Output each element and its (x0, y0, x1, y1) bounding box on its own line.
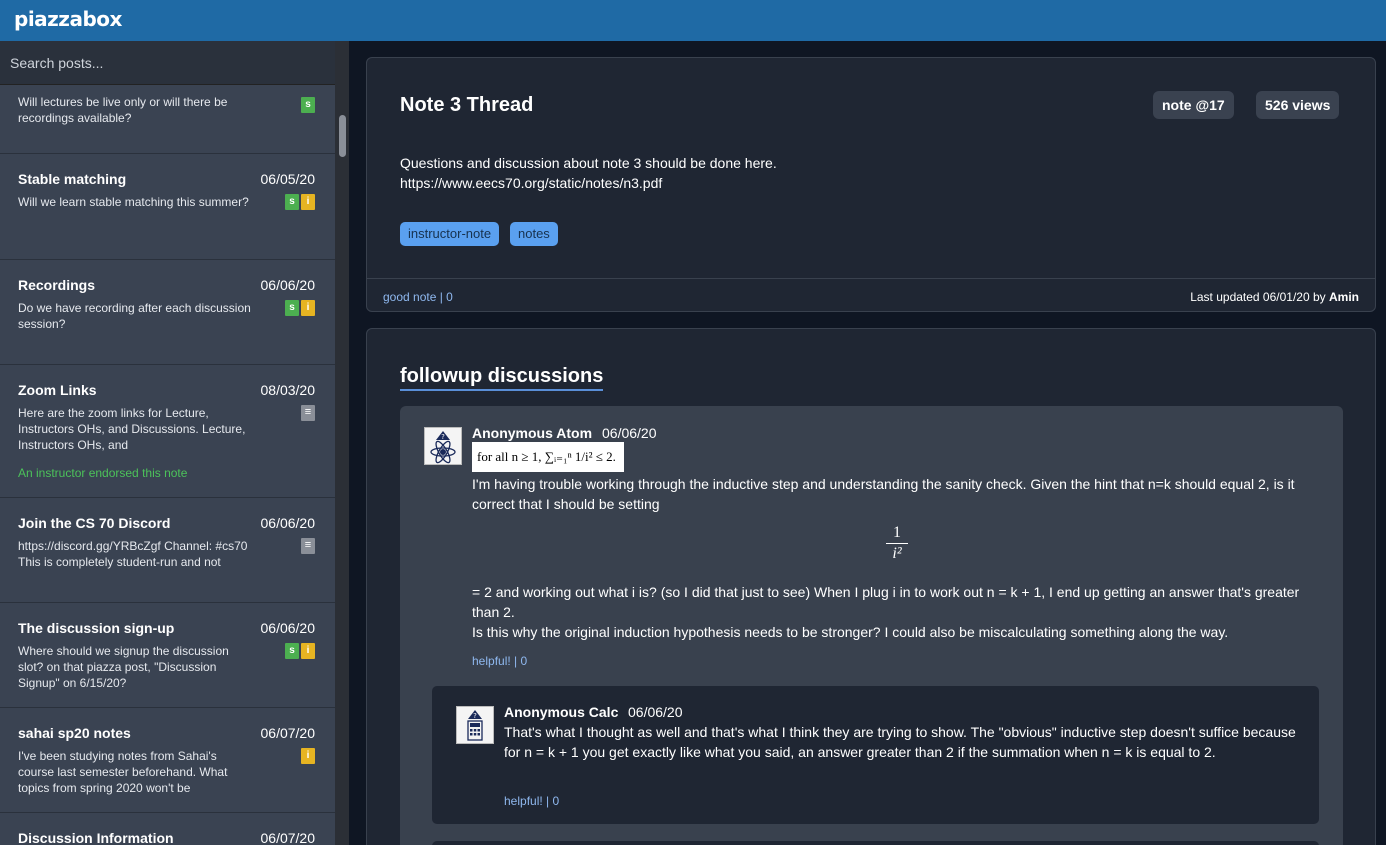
list-item[interactable]: Will lectures be live only or will there… (0, 85, 335, 154)
fraction-numerator: 1 (886, 524, 908, 544)
app-logo[interactable]: piazzabox (14, 7, 122, 31)
reply-post: ? Anonymous Calc 06/06/20 That's what I … (432, 686, 1319, 824)
post-title: The discussion sign-up (18, 620, 175, 636)
post-snippet: Where should we signup the discussion sl… (18, 644, 229, 690)
math-fraction: 1 i² (886, 524, 908, 563)
list-item[interactable]: Zoom Links 08/03/20 Here are the zoom li… (0, 365, 335, 498)
avatar-icon: ? (430, 431, 456, 464)
anonymous-atom-avatar: ? (424, 427, 462, 465)
sidebar-scroll-thumb[interactable] (339, 115, 346, 157)
math-image: for all n ≥ 1, ∑ᵢ₌₁ⁿ 1/i² ≤ 2. (472, 442, 624, 472)
top-bar: piazzabox (0, 0, 1386, 41)
followup-author: Anonymous Atom (472, 425, 593, 441)
last-updated: Last updated 06/01/20 by Amin (1190, 290, 1359, 304)
post-date: 06/06/20 (260, 515, 316, 531)
student-answer-badge: s (285, 194, 299, 210)
list-item[interactable]: The discussion sign-up 06/06/20 Where sh… (0, 603, 335, 708)
last-updated-text: Last updated 06/01/20 by (1190, 290, 1326, 304)
search-bar (0, 41, 335, 85)
note-number-badge: note @17 (1153, 91, 1234, 119)
fraction-denominator: i² (892, 545, 902, 562)
post-badges: s (301, 97, 315, 113)
instructor-answer-badge: i (301, 643, 315, 659)
list-item[interactable]: Discussion Information 06/07/20 (0, 813, 335, 845)
post-badges: s i (285, 300, 315, 316)
followup-date: 06/06/20 (602, 425, 657, 441)
post-snippet: Here are the zoom links for Lecture, Ins… (18, 406, 246, 452)
reply-helpful-button[interactable]: helpful! | 0 (504, 794, 559, 808)
svg-text:?: ? (441, 433, 445, 441)
note-body-line: Questions and discussion about note 3 sh… (400, 155, 777, 171)
post-snippet: Do we have recording after each discussi… (18, 301, 251, 331)
main-content: Note 3 Thread note @17 526 views Questio… (349, 41, 1386, 845)
post-badges: s i (285, 643, 315, 659)
post-date: 08/03/20 (260, 382, 316, 398)
note-body: Questions and discussion about note 3 sh… (400, 153, 777, 193)
post-title: Recordings (18, 277, 96, 293)
post-snippet: Will lectures be live only or will there… (18, 95, 228, 125)
post-title: Stable matching (18, 171, 127, 187)
note-icon: ≡ (301, 405, 315, 421)
post-snippet: Will we learn stable matching this summe… (18, 195, 249, 209)
helpful-button[interactable]: helpful! | 0 (472, 654, 527, 668)
tag-instructor-note[interactable]: instructor-note (400, 222, 500, 246)
list-item[interactable]: Join the CS 70 Discord 06/06/20 https://… (0, 498, 335, 603)
post-date: 06/06/20 (260, 620, 316, 636)
instructor-answer-badge: i (301, 194, 315, 210)
post-date: 06/06/20 (260, 277, 316, 293)
note-link[interactable]: https://www.eecs70.org/static/notes/n3.p… (400, 173, 777, 193)
note-footer: good note | 0 Last updated 06/01/20 by A… (367, 278, 1375, 312)
reply-author: Anonymous Calc (504, 704, 619, 720)
post-list: Will lectures be live only or will there… (0, 85, 335, 845)
reply-date: 06/06/20 (628, 704, 683, 720)
views-badge: 526 views (1256, 91, 1340, 119)
post-title: Join the CS 70 Discord (18, 515, 171, 531)
sidebar: Will lectures be live only or will there… (0, 41, 335, 845)
followup-body-part1: I'm having trouble working through the i… (472, 476, 1295, 512)
good-note-button[interactable]: good note | 0 (383, 290, 453, 304)
reply-post-next (432, 841, 1319, 845)
followup-body-part3: Is this why the original induction hypot… (472, 624, 1229, 640)
list-item[interactable]: sahai sp20 notes 06/07/20 I've been stud… (0, 708, 335, 813)
followup-post: ? Anonymous Atom 06/06/20 for all n ≥ 1,… (400, 406, 1343, 845)
post-title: Zoom Links (18, 382, 97, 398)
note-title: Note 3 Thread (400, 94, 534, 116)
last-updated-author: Amin (1329, 290, 1359, 304)
tag-notes[interactable]: notes (510, 222, 558, 246)
student-answer-badge: s (285, 643, 299, 659)
note-icon: ≡ (301, 538, 315, 554)
instructor-answer-badge: i (301, 300, 315, 316)
list-item[interactable]: Stable matching 06/05/20 Will we learn s… (0, 154, 335, 260)
post-snippet: I've been studying notes from Sahai's co… (18, 749, 228, 795)
post-badges: ≡ (301, 405, 315, 421)
avatar-icon: ? (467, 710, 483, 741)
instructor-answer-badge: i (301, 748, 315, 764)
svg-text:?: ? (473, 712, 477, 720)
post-badges: i (301, 748, 315, 764)
post-date: 06/05/20 (260, 171, 316, 187)
post-badges: s i (285, 194, 315, 210)
post-snippet: https://discord.gg/YRBcZgf Channel: #cs7… (18, 539, 248, 569)
note-card: Note 3 Thread note @17 526 views Questio… (366, 57, 1376, 312)
endorsement-text: An instructor endorsed this note (18, 466, 188, 480)
post-title: sahai sp20 notes (18, 725, 131, 741)
post-badges: ≡ (301, 538, 315, 554)
followup-card: followup discussions ? Anonymous Atom 06… (366, 328, 1376, 845)
anonymous-calc-avatar: ? (456, 706, 494, 744)
followup-title: followup discussions (400, 365, 604, 391)
search-input[interactable] (0, 41, 335, 85)
post-date: 06/07/20 (260, 725, 316, 741)
post-title: Discussion Information (18, 830, 174, 845)
reply-body: That's what I thought as well and that's… (504, 724, 1296, 760)
list-item[interactable]: Recordings 06/06/20 Do we have recording… (0, 260, 335, 365)
post-date: 06/07/20 (260, 830, 316, 845)
followup-body-part2: = 2 and working out what i is? (so I did… (472, 584, 1300, 620)
sidebar-scrollbar[interactable] (335, 41, 349, 845)
student-answer-badge: s (285, 300, 299, 316)
student-answer-badge: s (301, 97, 315, 113)
